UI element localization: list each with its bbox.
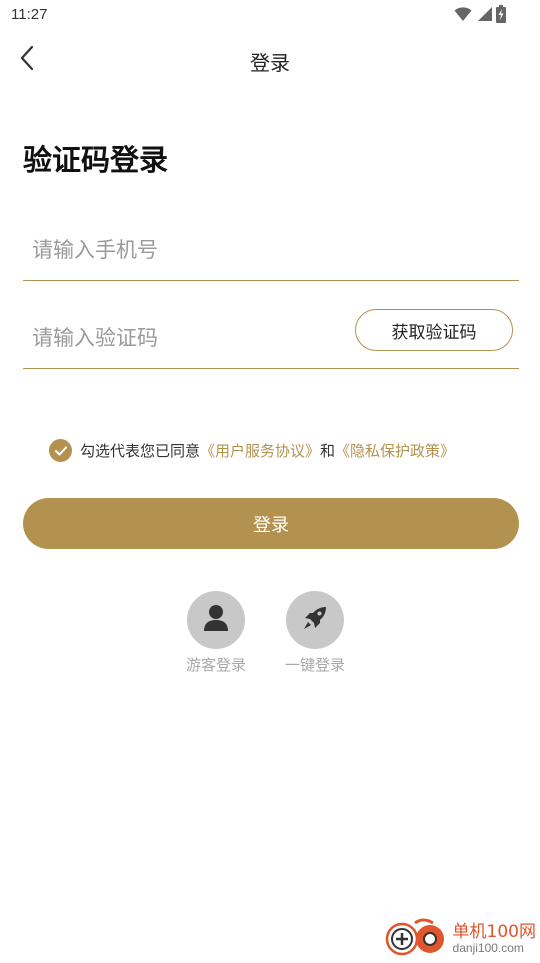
- rocket-icon: [301, 604, 329, 636]
- page-title: 验证码登录: [23, 143, 169, 177]
- one-key-login-icon-circle: [286, 591, 344, 649]
- watermark: 单机100网 danji100.com: [385, 915, 536, 963]
- agreement-checkbox[interactable]: [49, 439, 72, 462]
- login-button[interactable]: 登录: [23, 498, 519, 549]
- watermark-url: danji100.com: [452, 941, 524, 955]
- signal-icon: [476, 6, 492, 26]
- person-icon: [203, 604, 229, 636]
- status-icons: [454, 5, 506, 27]
- watermark-logo-icon: [385, 915, 449, 963]
- privacy-policy-link[interactable]: 《隐私保护政策》: [335, 440, 455, 461]
- agreement-conjunction: 和: [320, 442, 336, 460]
- guest-login-button[interactable]: 游客登录: [186, 591, 246, 675]
- agreement-row: 勾选代表您已同意 《用户服务协议》 和 《隐私保护政策》: [49, 439, 455, 462]
- get-code-button[interactable]: 获取验证码: [355, 309, 513, 351]
- guest-login-icon-circle: [187, 591, 245, 649]
- watermark-text: 单机100网 danji100.com: [453, 923, 536, 955]
- nav-bar: 登录: [0, 36, 540, 82]
- wifi-icon: [454, 6, 472, 26]
- status-bar: 11:27: [0, 0, 540, 30]
- nav-title: 登录: [250, 51, 290, 75]
- watermark-title: 单机100网: [452, 922, 536, 942]
- one-key-login-button[interactable]: 一键登录: [285, 591, 345, 675]
- guest-login-label: 游客登录: [186, 656, 247, 674]
- one-key-login-label: 一键登录: [285, 656, 346, 674]
- checkmark-icon: [54, 442, 67, 460]
- phone-field: [23, 218, 519, 282]
- verification-code-input[interactable]: [30, 306, 344, 370]
- phone-input[interactable]: [30, 218, 514, 282]
- agreement-text: 勾选代表您已同意: [80, 442, 201, 460]
- code-field: 获取验证码: [23, 306, 519, 370]
- battery-charging-icon: [496, 5, 506, 27]
- user-agreement-link[interactable]: 《用户服务协议》: [200, 440, 320, 461]
- status-time: 11:27: [11, 6, 48, 23]
